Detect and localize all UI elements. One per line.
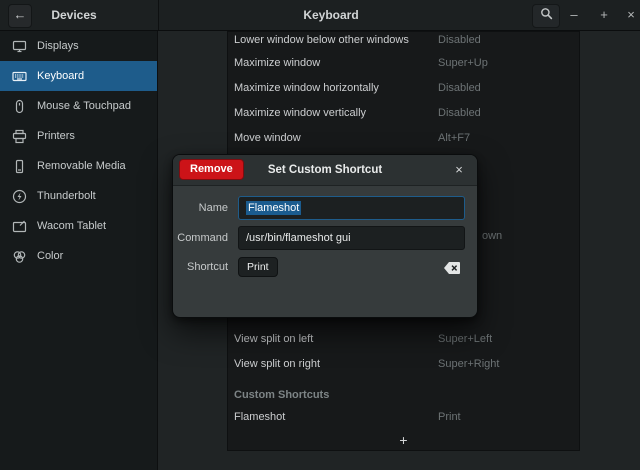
shortcut-row[interactable]: Maximize window horizontally Disabled [228, 80, 579, 96]
name-input[interactable]: Flameshot [238, 196, 465, 220]
shortcut-label: Lower window below other windows [234, 32, 409, 48]
keyboard-icon [12, 69, 27, 84]
command-input[interactable]: /usr/bin/flameshot gui [238, 226, 465, 250]
sidebar-item-label: Keyboard [37, 70, 84, 82]
shortcut-value: Alt+F7 [438, 130, 470, 146]
mouse-icon [12, 99, 27, 114]
remove-button[interactable]: Remove [179, 159, 244, 180]
shortcut-label: Maximize window [234, 55, 320, 71]
occluded-shortcut-value-fragment: own [482, 228, 502, 244]
clear-shortcut-icon[interactable] [444, 261, 460, 273]
custom-shortcuts-section-header: Custom Shortcuts [234, 387, 329, 403]
shortcut-value: Disabled [438, 105, 481, 121]
sidebar-item-removable-media[interactable]: Removable Media [0, 151, 157, 181]
sidebar-item-thunderbolt[interactable]: Thunderbolt [0, 181, 157, 211]
sidebar-item-mouse-touchpad[interactable]: Mouse & Touchpad [0, 91, 157, 121]
shortcut-field-label: Shortcut [173, 255, 228, 279]
close-button[interactable]: × [620, 4, 640, 26]
sidebar-item-label: Removable Media [37, 160, 126, 172]
headerbar: ← Devices Keyboard – + × [0, 0, 640, 31]
command-field-label: Command [173, 226, 228, 250]
dialog-close-button[interactable]: × [449, 155, 469, 185]
sidebar-item-label: Color [37, 250, 63, 262]
headerbar-title-keyboard: Keyboard [158, 0, 504, 30]
shortcut-row[interactable]: View split on right Super+Right [228, 356, 579, 372]
add-shortcut-button[interactable]: + [228, 431, 579, 449]
shortcut-value: Disabled [438, 32, 481, 48]
minimize-button[interactable]: – [563, 4, 585, 26]
shortcut-label: Maximize window horizontally [234, 80, 379, 96]
sidebar-item-label: Thunderbolt [37, 190, 96, 202]
close-icon: × [627, 7, 635, 22]
search-button[interactable] [532, 4, 560, 28]
sidebar-item-label: Mouse & Touchpad [37, 100, 131, 112]
thunderbolt-icon [12, 189, 27, 204]
sidebar-item-label: Displays [37, 40, 79, 52]
shortcut-value: Disabled [438, 80, 481, 96]
sidebar-item-label: Wacom Tablet [37, 220, 106, 232]
name-field-label: Name [173, 196, 228, 220]
shortcut-key-badge[interactable]: Print [238, 257, 278, 277]
shortcut-row[interactable]: View split on left Super+Left [228, 331, 579, 347]
add-icon: + [399, 432, 407, 448]
sidebar-item-printers[interactable]: Printers [0, 121, 157, 151]
shortcut-value: Super+Up [438, 55, 488, 71]
minimize-icon: – [570, 7, 577, 22]
shortcut-row[interactable]: Move window Alt+F7 [228, 130, 579, 146]
shortcut-row[interactable]: Maximize window vertically Disabled [228, 105, 579, 121]
shortcut-label: View split on left [234, 331, 313, 347]
custom-shortcut-row[interactable]: Flameshot Print [228, 409, 579, 425]
shortcut-row[interactable]: Maximize window Super+Up [228, 55, 579, 71]
shortcut-value: Super+Right [438, 356, 499, 372]
wacom-tablet-icon [12, 219, 27, 234]
dialog-headerbar: Remove Set Custom Shortcut × [173, 155, 477, 186]
shortcut-label: Move window [234, 130, 301, 146]
shortcut-label: View split on right [234, 356, 320, 372]
sidebar-item-keyboard[interactable]: Keyboard [0, 61, 157, 91]
settings-window: ← Devices Keyboard – + × Displays Keyboa… [0, 0, 640, 470]
removable-media-icon [12, 159, 27, 174]
shortcut-label: Flameshot [234, 409, 285, 425]
maximize-button[interactable]: + [593, 4, 615, 26]
display-icon [12, 39, 27, 54]
sidebar-item-wacom-tablet[interactable]: Wacom Tablet [0, 211, 157, 241]
sidebar-item-label: Printers [37, 130, 75, 142]
shortcut-value: Print [438, 409, 461, 425]
shortcut-label: Maximize window vertically [234, 105, 366, 121]
search-icon [540, 7, 553, 25]
maximize-icon: + [600, 7, 608, 22]
sidebar-item-color[interactable]: Color [0, 241, 157, 271]
color-icon [12, 249, 27, 264]
sidebar: Displays Keyboard Mouse & Touchpad Print… [0, 31, 158, 470]
set-custom-shortcut-dialog: Remove Set Custom Shortcut × Name Flames… [172, 154, 478, 318]
sidebar-item-displays[interactable]: Displays [0, 31, 157, 61]
name-input-selected-text: Flameshot [246, 201, 301, 215]
shortcut-value: Super+Left [438, 331, 492, 347]
shortcut-row[interactable]: Lower window below other windows Disable… [228, 32, 579, 48]
dialog-close-icon: × [455, 162, 463, 177]
headerbar-title-devices: Devices [0, 0, 148, 30]
printer-icon [12, 129, 27, 144]
